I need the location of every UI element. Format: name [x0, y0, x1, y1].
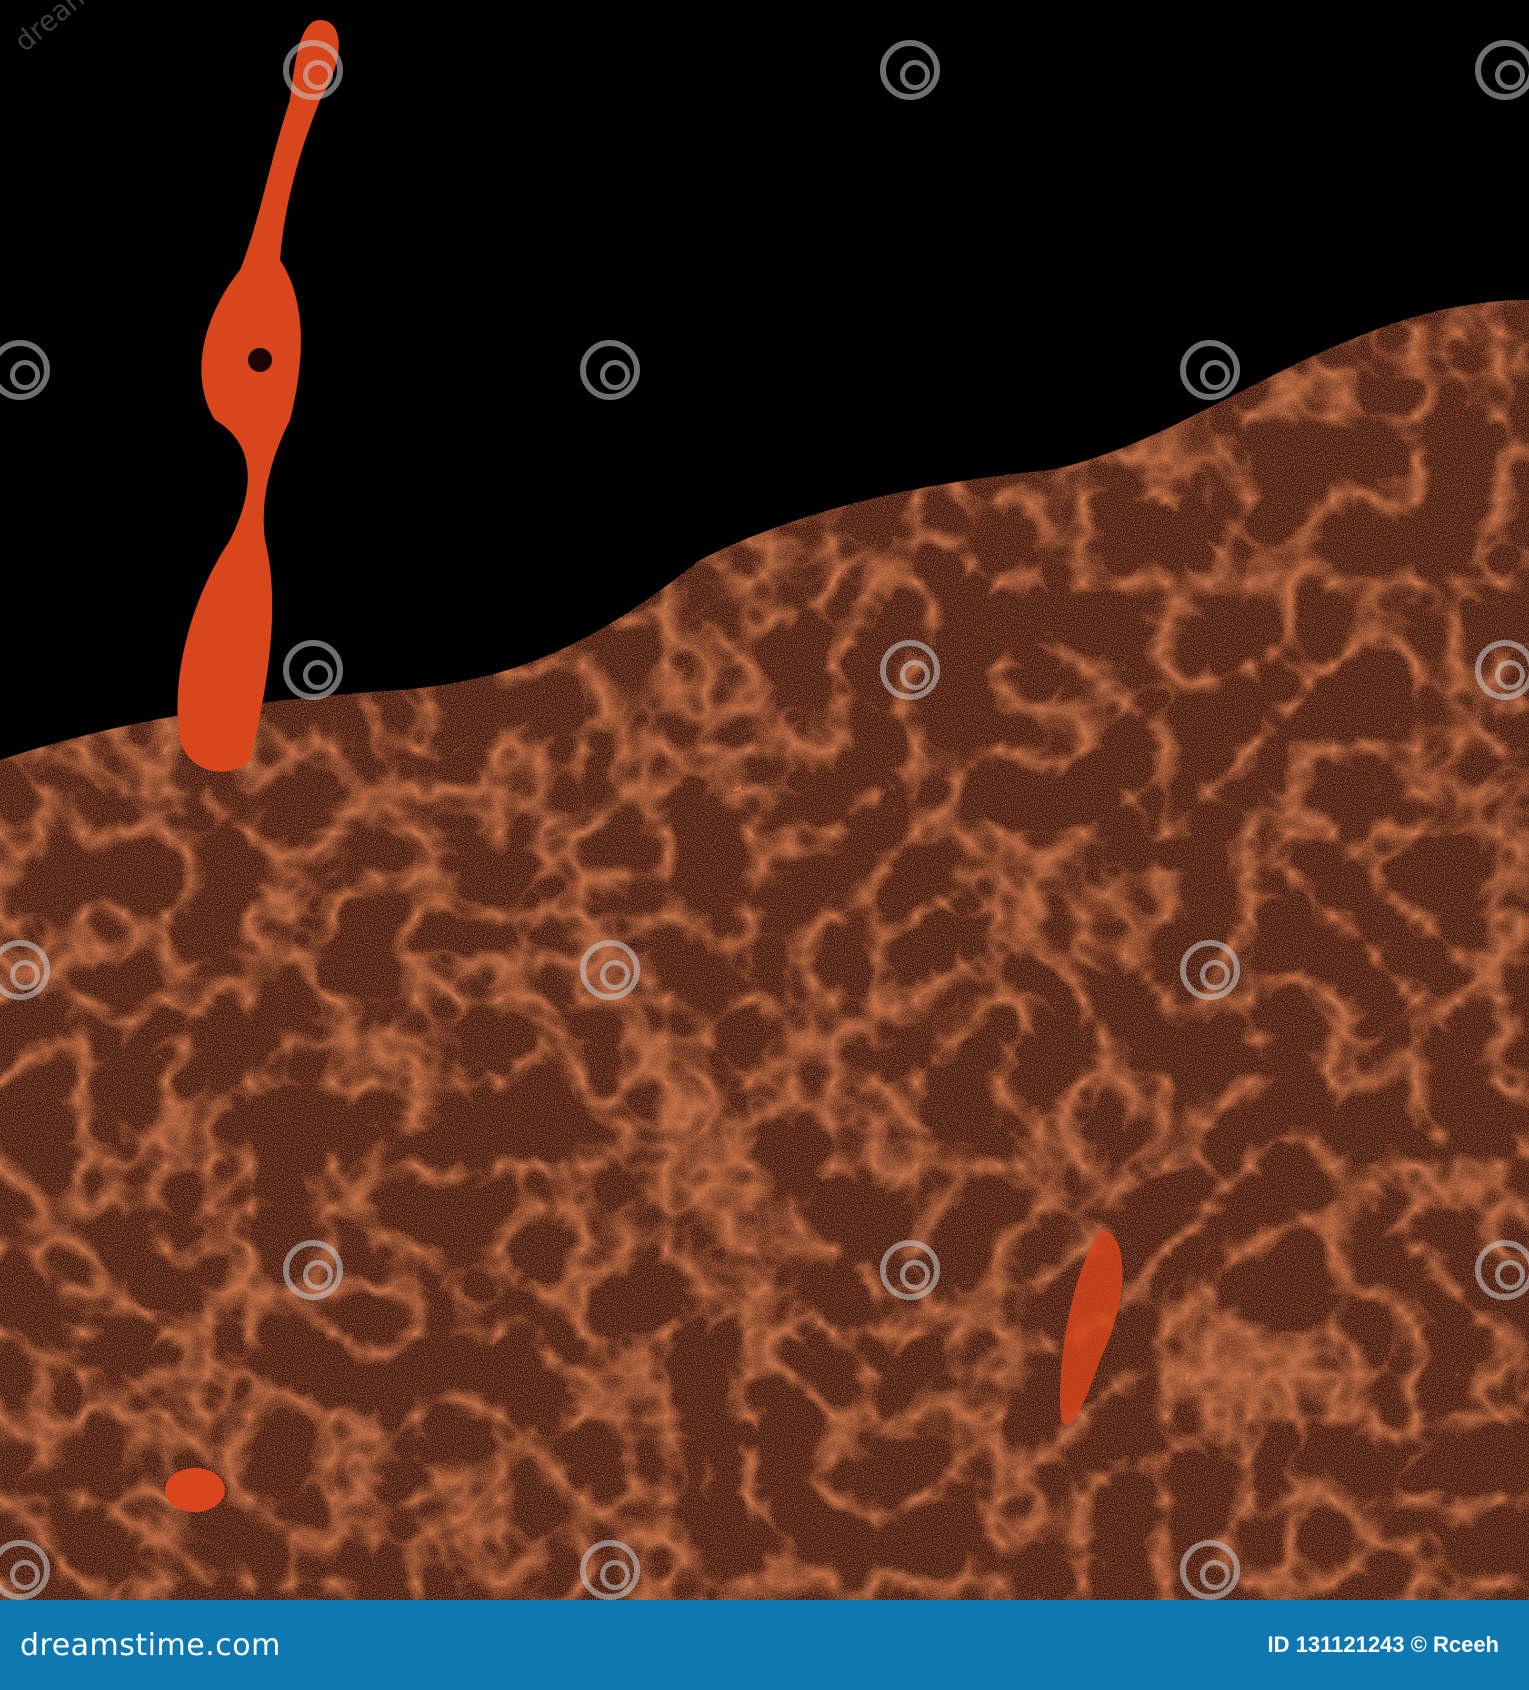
- dreamstime-logo[interactable]: dreamstime.com: [20, 1628, 281, 1663]
- watermark-spiral-icon: [1475, 640, 1529, 700]
- watermark-spiral-icon: [580, 1540, 640, 1600]
- watermark-spiral-icon: [283, 1240, 343, 1300]
- watermark-spiral-icon: [880, 640, 940, 700]
- stock-photo-page: dreamstime dreamstime.com ID 131121243 ©…: [0, 0, 1529, 1690]
- watermark-spiral-icon: [1475, 1240, 1529, 1300]
- watermark-spiral-icon: [1475, 40, 1529, 100]
- watermark-spiral-icon: [283, 640, 343, 700]
- watermark-spiral-icon: [880, 40, 940, 100]
- watermark-spiral-icon: [580, 340, 640, 400]
- watermark-spiral-icon: [283, 40, 343, 100]
- watermark-spiral-icon: [880, 1240, 940, 1300]
- red-texture-photo: dreamstime: [0, 0, 1529, 1600]
- watermark-spiral-icon: [1180, 1540, 1240, 1600]
- watermark-spiral-icon: [1180, 340, 1240, 400]
- watermark-spiral-icon: [1180, 940, 1240, 1000]
- image-id-credit: ID 131121243 © Rceeh: [1267, 1632, 1499, 1657]
- watermark-spiral-icon: [580, 940, 640, 1000]
- dreamstime-footer-bar: dreamstime.com ID 131121243 © Rceeh: [0, 1600, 1529, 1690]
